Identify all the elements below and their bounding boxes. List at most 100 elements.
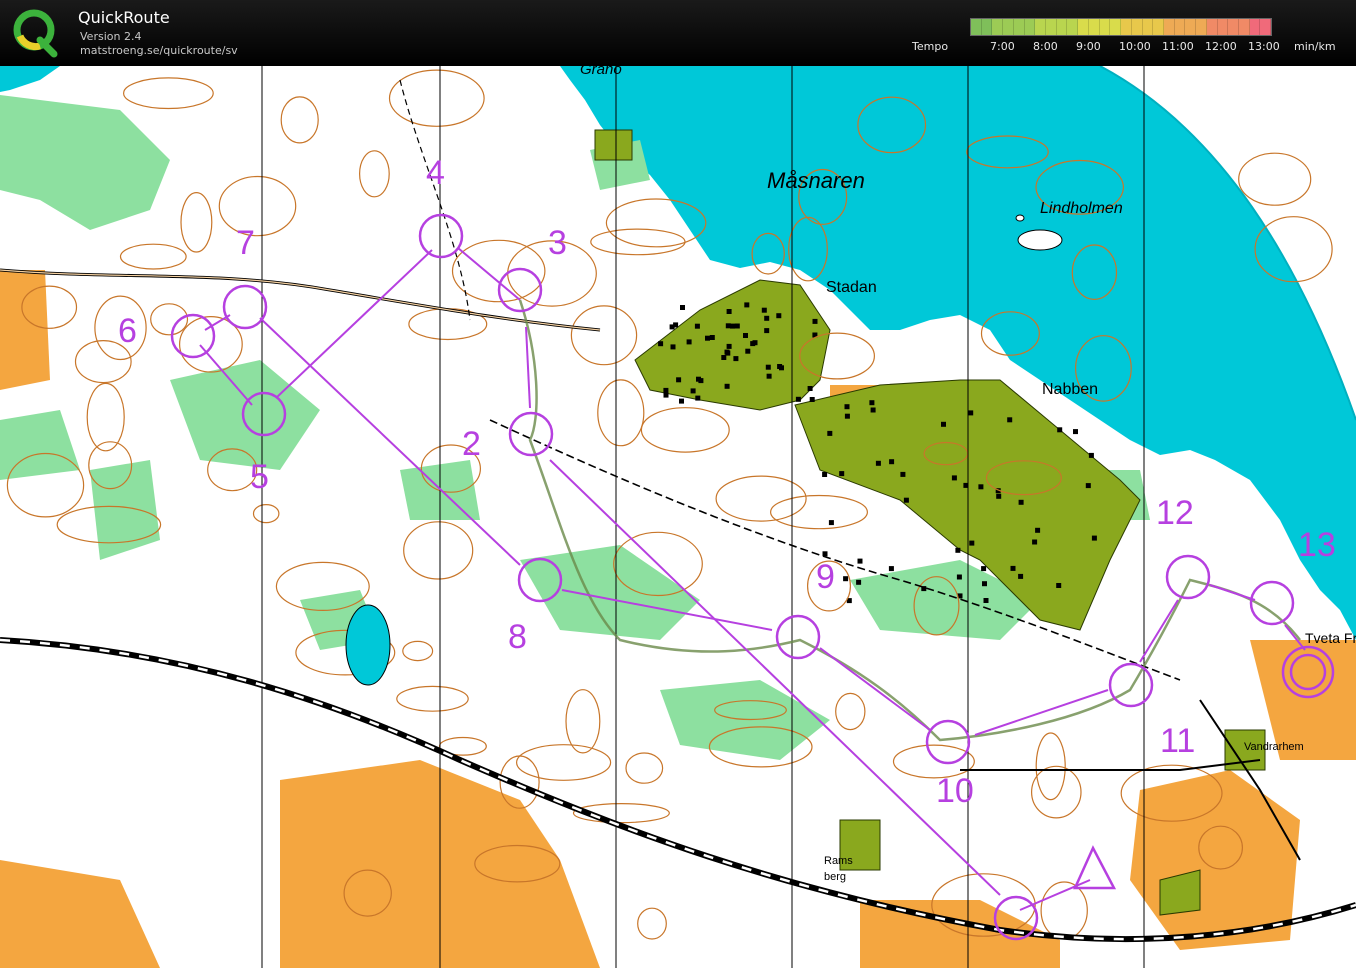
tempo-scale-segment	[1228, 19, 1239, 35]
tempo-scale-segment	[1153, 19, 1164, 35]
place-stadan: Stadan	[826, 279, 877, 296]
tempo-scale-segment	[1131, 19, 1143, 35]
tempo-scale-segment	[1078, 19, 1089, 35]
house	[724, 383, 730, 389]
house	[724, 349, 730, 355]
house	[1018, 573, 1024, 579]
tempo-scale-segment	[1024, 19, 1036, 35]
tempo-tick-labels: 7:00 8:00 9:00 10:00 11:00 12:00 13:00	[990, 40, 1291, 53]
house	[744, 302, 750, 308]
house	[870, 407, 876, 413]
quickroute-logo-icon	[13, 9, 58, 58]
tempo-tick: 10:00	[1119, 40, 1151, 53]
house	[694, 323, 700, 329]
tempo-scale-segment	[1121, 19, 1132, 35]
house	[1073, 429, 1078, 435]
house	[795, 396, 801, 402]
house	[705, 335, 710, 341]
house	[752, 340, 758, 346]
house	[690, 388, 696, 394]
control-label-11: 11	[1160, 722, 1195, 760]
house	[743, 333, 748, 338]
tempo-legend-label: Tempo	[912, 40, 949, 53]
control-label-10: 10	[936, 772, 974, 810]
house	[809, 397, 815, 402]
house	[663, 387, 669, 393]
place-vandrarhem: Vandrarhem	[1244, 741, 1304, 753]
house	[955, 547, 961, 553]
tempo-scale-segment	[1196, 19, 1207, 35]
tempo-scale-segment	[1013, 19, 1025, 35]
place-tveta-fril: Tveta Fril	[1305, 630, 1356, 646]
small-lake	[345, 604, 391, 686]
house	[695, 395, 701, 401]
house	[1091, 535, 1097, 541]
orienteering-map[interactable]: 2 3 4 5 6 7 8 9 10 11 12 13 Granö Måsnar…	[0, 66, 1356, 968]
tempo-scale-segment	[1249, 19, 1261, 35]
tempo-tick: 8:00	[1033, 40, 1058, 53]
tempo-scale-segment	[1067, 19, 1079, 35]
house	[888, 566, 894, 572]
house	[777, 364, 783, 369]
house	[776, 313, 782, 319]
house	[996, 493, 1002, 499]
house	[827, 430, 833, 436]
house	[875, 460, 881, 466]
tempo-scale-segment	[1056, 19, 1068, 35]
app-url: matstroeng.se/quickroute/sv	[80, 44, 238, 57]
house	[968, 410, 974, 416]
house	[1007, 417, 1013, 423]
house	[900, 471, 906, 477]
house	[903, 497, 909, 503]
house	[658, 341, 664, 347]
house	[889, 459, 895, 465]
tempo-scale-segment	[1099, 19, 1111, 35]
tempo-scale-segment	[1035, 19, 1047, 35]
house	[745, 348, 751, 354]
house	[680, 305, 685, 310]
house	[857, 558, 863, 564]
control-label-12: 12	[1156, 494, 1194, 532]
house	[839, 471, 845, 477]
place-nabben: Nabben	[1042, 381, 1098, 398]
house	[822, 472, 828, 477]
house	[812, 318, 818, 324]
house	[856, 579, 862, 585]
house	[1018, 499, 1024, 505]
control-label-8: 8	[508, 618, 527, 656]
tempo-tick: 11:00	[1162, 40, 1194, 53]
map-canvas[interactable]: 2 3 4 5 6 7 8 9 10 11 12 13 Granö Måsnar…	[0, 66, 1356, 968]
house	[844, 413, 850, 419]
house	[726, 343, 732, 349]
house	[676, 377, 682, 383]
tempo-scale-segment	[1260, 19, 1272, 35]
tempo-scale-segment	[1163, 19, 1175, 35]
house	[951, 475, 957, 481]
house	[765, 364, 771, 370]
control-label-3: 3	[548, 224, 567, 262]
header-bar: QuickRoute Version 2.4 matstroeng.se/qui…	[0, 0, 1356, 66]
house	[686, 339, 692, 345]
quickroute-window: QuickRoute Version 2.4 matstroeng.se/qui…	[0, 0, 1356, 968]
tempo-scale-segment	[1142, 19, 1154, 35]
house	[764, 315, 770, 321]
tempo-scale-segment	[1206, 19, 1218, 35]
house	[969, 540, 975, 546]
place-masnaren: Måsnaren	[767, 168, 865, 193]
tempo-tick: 12:00	[1205, 40, 1237, 53]
house	[1032, 539, 1038, 545]
tempo-tick: 13:00	[1248, 40, 1280, 53]
house	[981, 566, 987, 572]
control-label-4: 4	[426, 154, 445, 192]
control-label-6: 6	[118, 312, 137, 350]
house	[1088, 452, 1094, 458]
control-label-7: 7	[236, 224, 255, 262]
tempo-scale-segment	[1110, 19, 1122, 35]
tempo-scale-segment	[1003, 19, 1014, 35]
house	[956, 574, 962, 580]
house	[721, 355, 727, 360]
house	[978, 484, 984, 490]
house	[1035, 527, 1041, 533]
house	[670, 344, 676, 350]
house	[869, 400, 875, 406]
